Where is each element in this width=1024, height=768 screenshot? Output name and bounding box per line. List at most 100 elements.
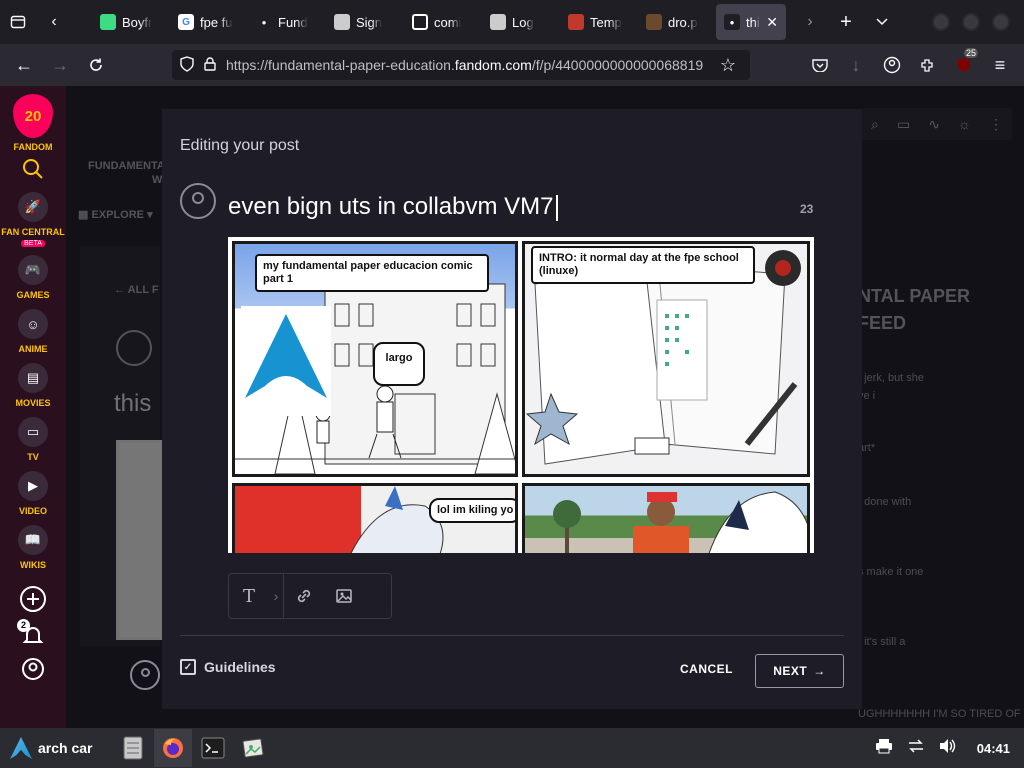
comic-panel-4: [522, 483, 810, 553]
browser-tab[interactable]: Log: [482, 4, 558, 40]
terminal-icon[interactable]: [194, 729, 232, 767]
forward-button[interactable]: →: [42, 44, 78, 86]
user-icon[interactable]: [21, 657, 45, 681]
trash-icon[interactable]: [775, 260, 791, 276]
search-icon[interactable]: [22, 158, 44, 180]
fandom-wordmark[interactable]: FANDOM: [14, 142, 53, 152]
android-icon: [100, 14, 116, 30]
image-viewer-icon[interactable]: [234, 729, 272, 767]
tab-label: dro.p: [668, 14, 698, 30]
guidelines-label[interactable]: Guidelines: [204, 659, 276, 675]
plus-circle-icon[interactable]: [19, 585, 47, 613]
rail-item-anime[interactable]: ☺ ANIME: [1, 309, 65, 355]
shield-icon[interactable]: [180, 55, 194, 75]
rail-label: MOVIES: [15, 398, 51, 408]
close-tab-icon[interactable]: ✕: [766, 14, 778, 31]
rail-item-fan-central[interactable]: 🚀 FAN CENTRAL BETA: [1, 192, 65, 247]
chevron-right-icon[interactable]: ›: [269, 574, 283, 618]
url-text[interactable]: https://fundamental-paper-education.fand…: [226, 57, 703, 73]
app-menu-icon[interactable]: ≡: [982, 44, 1018, 86]
book-icon: 📖: [18, 525, 48, 555]
rail-label: ANIME: [18, 344, 48, 354]
fandom-icon: ●: [724, 14, 740, 30]
taskbar: arch car 04:41: [0, 728, 1024, 768]
rail-search[interactable]: [22, 158, 44, 180]
ublock-icon[interactable]: 25: [946, 44, 982, 86]
comic-panel-3: lol im kiling yo: [232, 483, 518, 553]
download-icon[interactable]: ↓: [838, 44, 874, 86]
pocket-icon[interactable]: [802, 44, 838, 86]
post-title-input[interactable]: even bign uts in collabvm VM7: [228, 193, 558, 221]
volume-icon[interactable]: [939, 738, 957, 758]
close-window-button[interactable]: [992, 13, 1010, 31]
file-manager-icon[interactable]: [114, 729, 152, 767]
guidelines-link[interactable]: ✓ Guidelines: [180, 659, 276, 675]
cancel-button[interactable]: CANCEL: [680, 662, 733, 676]
delete-image-button[interactable]: [765, 250, 801, 286]
browser-tab[interactable]: ● Fund: [248, 4, 324, 40]
comic-image[interactable]: my fundamental paper educacion comic par…: [228, 237, 814, 553]
minimize-button[interactable]: [932, 13, 950, 31]
browser-tab-bar: ‹ Boyfr Gfpe fu ● Fund Sign comi Log Temp dro.p ●…: [0, 0, 1024, 44]
image-icon: [646, 14, 662, 30]
rail-label: WIKIS: [20, 560, 46, 570]
firefox-icon[interactable]: [154, 729, 192, 767]
rail-add-button[interactable]: [19, 585, 47, 613]
new-tab-icon[interactable]: +: [828, 0, 864, 44]
maximize-button[interactable]: [962, 13, 980, 31]
url-bar[interactable]: https://fundamental-paper-education.fand…: [172, 50, 750, 80]
network-icon[interactable]: [907, 738, 925, 758]
tab-scroll-left-icon[interactable]: ‹: [36, 0, 72, 44]
modal-heading: Editing your post: [180, 137, 300, 154]
browser-tab[interactable]: dro.p: [638, 4, 714, 40]
start-label: arch car: [38, 740, 93, 756]
red-square-icon: [568, 14, 584, 30]
tv-icon: ▭: [18, 417, 48, 447]
panel3-speech-bubble: lol im kiling yo: [429, 498, 515, 523]
clock[interactable]: 04:41: [977, 741, 1010, 756]
rail-item-movies[interactable]: ▤ MOVIES: [1, 363, 65, 409]
bookmark-star-icon[interactable]: ☆: [710, 44, 746, 86]
fandom-icon: ●: [256, 14, 272, 30]
next-button[interactable]: NEXT →: [755, 654, 844, 688]
tab-label: Log: [512, 14, 534, 30]
lock-icon[interactable]: [204, 56, 216, 74]
rail-notifications[interactable]: 2: [17, 619, 45, 647]
start-menu-button[interactable]: arch car: [0, 737, 112, 759]
browser-tab[interactable]: Gfpe fu: [170, 4, 246, 40]
back-button[interactable]: ←: [6, 44, 42, 86]
list-all-tabs-icon[interactable]: [864, 0, 900, 44]
notification-count: 2: [17, 619, 30, 632]
link-icon[interactable]: [284, 574, 324, 618]
clapper-icon: ▤: [18, 363, 48, 393]
tab-overview-icon[interactable]: [0, 0, 36, 44]
tab-label: Sign: [356, 14, 383, 30]
rail-item-games[interactable]: 🎮 GAMES: [1, 255, 65, 301]
arrow-right-icon: →: [813, 664, 826, 678]
gamepad-icon: 🎮: [18, 255, 48, 285]
rail-item-video[interactable]: ▶ VIDEO: [1, 471, 65, 517]
reload-button[interactable]: [78, 44, 114, 86]
extensions-icon[interactable]: [910, 44, 946, 86]
account-icon[interactable]: [874, 44, 910, 86]
rail-items: 🚀 FAN CENTRAL BETA 🎮 GAMES ☺ ANIME ▤ MOVIES ▭ TV ▶ V…: [1, 180, 65, 571]
panel2-caption: INTRO: it normal day at the fpe school (…: [531, 246, 755, 284]
browser-tab[interactable]: comi: [404, 4, 480, 40]
tab-scroll-right-icon[interactable]: ›: [792, 0, 828, 44]
comic-panel-1: my fundamental paper educacion comic par…: [232, 241, 518, 477]
rail-item-tv[interactable]: ▭ TV: [1, 417, 65, 463]
play-icon: ▶: [18, 471, 48, 501]
text-format-icon[interactable]: T: [229, 574, 269, 618]
browser-tab[interactable]: Sign: [326, 4, 402, 40]
tab-label: comi: [434, 14, 462, 30]
browser-tab[interactable]: ● thi ✕: [716, 4, 786, 40]
system-tray: 04:41: [875, 728, 1010, 768]
rail-user[interactable]: [21, 657, 45, 681]
fandom-logo[interactable]: 20: [13, 94, 53, 138]
rail-item-wikis[interactable]: 📖 WIKIS: [1, 525, 65, 571]
image-icon[interactable]: [324, 574, 364, 618]
printer-icon[interactable]: [875, 738, 893, 758]
modal-divider: [180, 635, 844, 636]
browser-tab[interactable]: Temp: [560, 4, 636, 40]
browser-tab[interactable]: Boyfr: [92, 4, 168, 40]
